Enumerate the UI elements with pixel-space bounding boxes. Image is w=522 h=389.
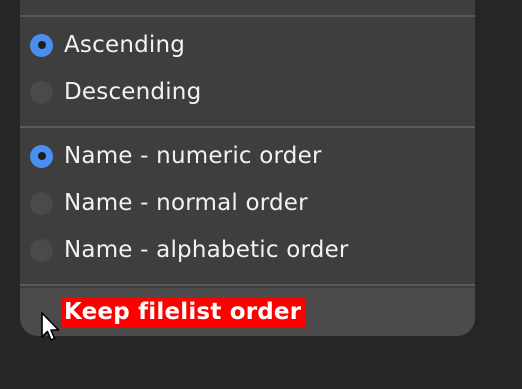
mouse-pointer-icon (41, 312, 60, 341)
option-label: Name - numeric order (64, 143, 322, 169)
menu-separator (20, 126, 475, 128)
radio-option-ascending[interactable]: Ascending (20, 23, 475, 67)
radio-unselected-icon (30, 80, 53, 104)
option-label: Ascending (64, 32, 186, 58)
option-label: Name - alphabetic order (64, 237, 349, 263)
menu-separator (20, 15, 475, 17)
radio-option-name-normal[interactable]: Name - normal order (20, 181, 475, 225)
radio-selected-icon (30, 144, 53, 168)
option-label: Descending (64, 79, 202, 105)
radio-selected-icon (30, 33, 53, 57)
radio-option-name-numeric[interactable]: Name - numeric order (20, 134, 475, 178)
radio-option-descending[interactable]: Descending (20, 70, 475, 114)
option-label: Keep filelist order (62, 297, 306, 327)
menu-separator (20, 284, 475, 286)
radio-option-keep-filelist-order[interactable]: Keep filelist order (20, 288, 475, 336)
option-label: Name - normal order (64, 190, 308, 216)
radio-unselected-icon (30, 191, 53, 215)
radio-unselected-icon (30, 238, 53, 262)
radio-option-name-alphabetic[interactable]: Name - alphabetic order (20, 228, 475, 272)
sort-options-menu: Ascending Descending Name - numeric orde… (20, 0, 475, 336)
